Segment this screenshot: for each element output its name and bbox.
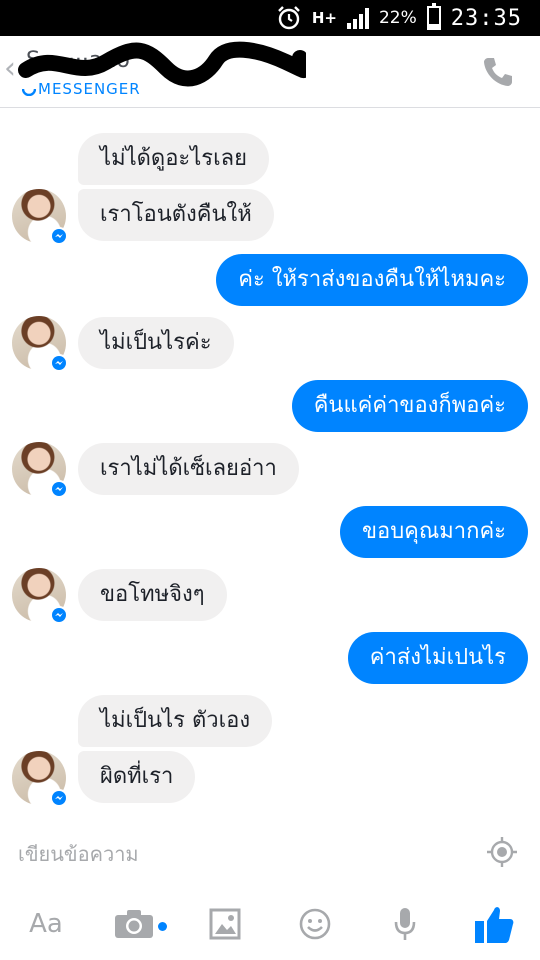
messenger-badge-icon <box>50 789 68 807</box>
message-bubble-incoming[interactable]: ขอโทษจิงๆ <box>78 569 227 621</box>
chevron-left-icon: ‹ <box>4 51 16 86</box>
messenger-badge-icon <box>50 227 68 245</box>
camera-icon <box>115 910 153 938</box>
like-button[interactable] <box>472 904 516 944</box>
message-bubble-incoming[interactable]: เราไม่ได้เซ็เลยอ่าา <box>78 443 299 495</box>
camera-button[interactable] <box>114 904 154 944</box>
like-icon <box>475 907 514 943</box>
message-bubble-outgoing[interactable]: ขอบคุณมากค่ะ <box>339 506 528 558</box>
message-input[interactable] <box>18 836 458 872</box>
composer-toolbar: Aa <box>0 890 540 960</box>
status-bar: H+ 22% 23:35 <box>0 0 540 36</box>
location-icon <box>487 837 517 867</box>
location-button[interactable] <box>486 836 518 868</box>
contact-avatar[interactable] <box>12 189 68 245</box>
message-bubble-outgoing[interactable]: คืนแค่ค่าของก็พอค่ะ <box>291 380 528 432</box>
message-composer <box>0 826 540 882</box>
network-type: H+ <box>311 8 337 27</box>
signal-icon <box>346 7 369 29</box>
back-button[interactable]: ‹ <box>4 54 16 84</box>
messenger-badge-icon <box>50 480 68 498</box>
messenger-icon <box>22 88 36 96</box>
messenger-badge-icon <box>50 354 68 372</box>
call-button[interactable] <box>480 54 516 90</box>
message-bubble-incoming[interactable]: ผิดที่เรา <box>78 751 196 803</box>
emoji-icon <box>299 908 331 940</box>
contact-avatar[interactable] <box>12 316 68 372</box>
text-format-button[interactable]: Aa <box>26 904 66 944</box>
text-format-icon: Aa <box>29 909 63 939</box>
conversation-header: ‹ S··· ···ado MESSENGER <box>0 36 540 108</box>
contact-avatar[interactable] <box>12 751 68 807</box>
messenger-badge-icon <box>50 606 68 624</box>
message-bubble-outgoing[interactable]: ค่าส่งไม่เปนไร <box>347 632 528 684</box>
alarm-icon <box>277 6 300 30</box>
message-bubble-incoming[interactable]: ไม่เป็นไรค่ะ <box>78 317 234 369</box>
messenger-subtitle: MESSENGER <box>38 80 141 98</box>
message-bubble-outgoing[interactable]: ค่ะ ให้ราส่งของคืนให้ไหมคะ <box>216 254 528 306</box>
phone-icon <box>484 58 512 86</box>
microphone-icon <box>394 908 416 940</box>
battery-icon <box>426 3 441 30</box>
voice-button[interactable] <box>390 904 420 944</box>
gallery-button[interactable] <box>208 904 242 944</box>
image-icon <box>209 908 241 940</box>
message-bubble-incoming[interactable]: เราโอนตังคืนให้ <box>78 189 274 241</box>
message-bubble-incoming[interactable]: ไม่ได้ดูอะไรเลย <box>78 133 270 185</box>
camera-new-indicator <box>158 922 167 931</box>
contact-avatar[interactable] <box>12 442 68 498</box>
status-time: 23:35 <box>450 5 522 31</box>
emoji-button[interactable] <box>298 904 332 944</box>
contact-avatar[interactable] <box>12 568 68 624</box>
messenger-label: MESSENGER <box>22 80 141 98</box>
battery-percent: 22% <box>378 8 417 28</box>
message-bubble-incoming[interactable]: ไม่เป็นไร ตัวเอง <box>78 695 273 747</box>
